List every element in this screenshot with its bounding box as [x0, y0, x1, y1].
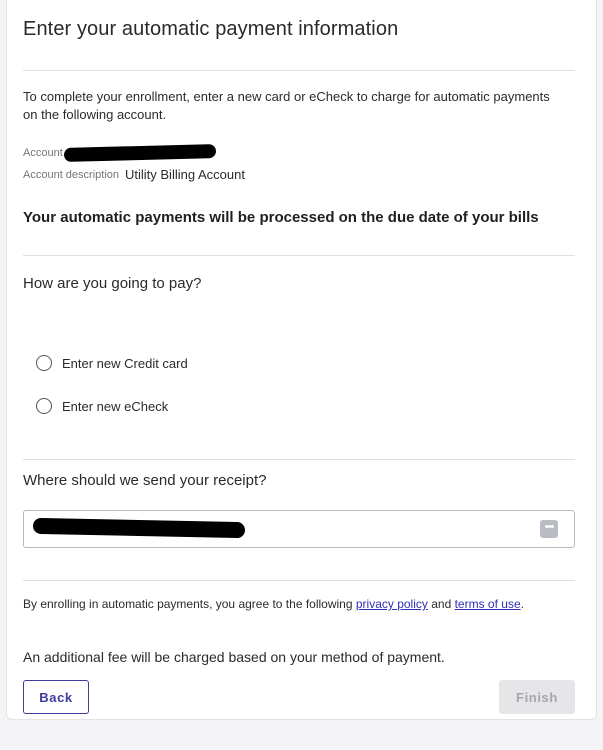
account-row: Account: [23, 144, 216, 162]
intro-text: To complete your enrollment, enter a new…: [23, 89, 550, 122]
back-button[interactable]: Back: [23, 680, 89, 714]
account-description-row: Account description Utility Billing Acco…: [23, 167, 245, 182]
account-label: Account: [23, 147, 63, 159]
account-number-redacted: [63, 144, 216, 162]
radio-credit-card-label[interactable]: Enter new Credit card: [62, 356, 188, 371]
divider: [23, 70, 575, 71]
receipt-question: Where should we send your receipt?: [23, 472, 267, 489]
radio-echeck-label[interactable]: Enter new eCheck: [62, 399, 168, 414]
divider: [23, 580, 575, 581]
divider: [23, 459, 575, 460]
account-description-value: Utility Billing Account: [125, 167, 245, 182]
more-options-icon[interactable]: •••: [540, 520, 558, 538]
radio-circle-icon[interactable]: [36, 398, 52, 414]
radio-circle-icon[interactable]: [36, 355, 52, 371]
receipt-email-redacted: [32, 517, 246, 539]
account-description-label: Account description: [23, 168, 119, 181]
agreement-connector: and: [427, 597, 455, 611]
finish-button[interactable]: Finish: [499, 680, 575, 714]
agreement-prefix: By enrolling in automatic payments, you …: [23, 597, 356, 611]
agreement-suffix: .: [520, 597, 524, 611]
payment-method-question: How are you going to pay?: [23, 275, 202, 292]
payment-schedule-notice: Your automatic payments will be processe…: [23, 209, 539, 226]
privacy-policy-link[interactable]: privacy policy: [356, 597, 428, 611]
fee-notice: An additional fee will be charged based …: [23, 649, 445, 665]
enrollment-card: Enter your automatic payment information…: [6, 0, 597, 720]
radio-credit-card[interactable]: Enter new Credit card: [36, 355, 188, 371]
divider: [23, 255, 575, 256]
page-title: Enter your automatic payment information: [23, 18, 399, 40]
receipt-email-input[interactable]: •••: [23, 510, 575, 548]
agreement-text: By enrolling in automatic payments, you …: [23, 596, 571, 612]
terms-of-use-link[interactable]: terms of use: [455, 597, 521, 611]
radio-echeck[interactable]: Enter new eCheck: [36, 398, 168, 414]
